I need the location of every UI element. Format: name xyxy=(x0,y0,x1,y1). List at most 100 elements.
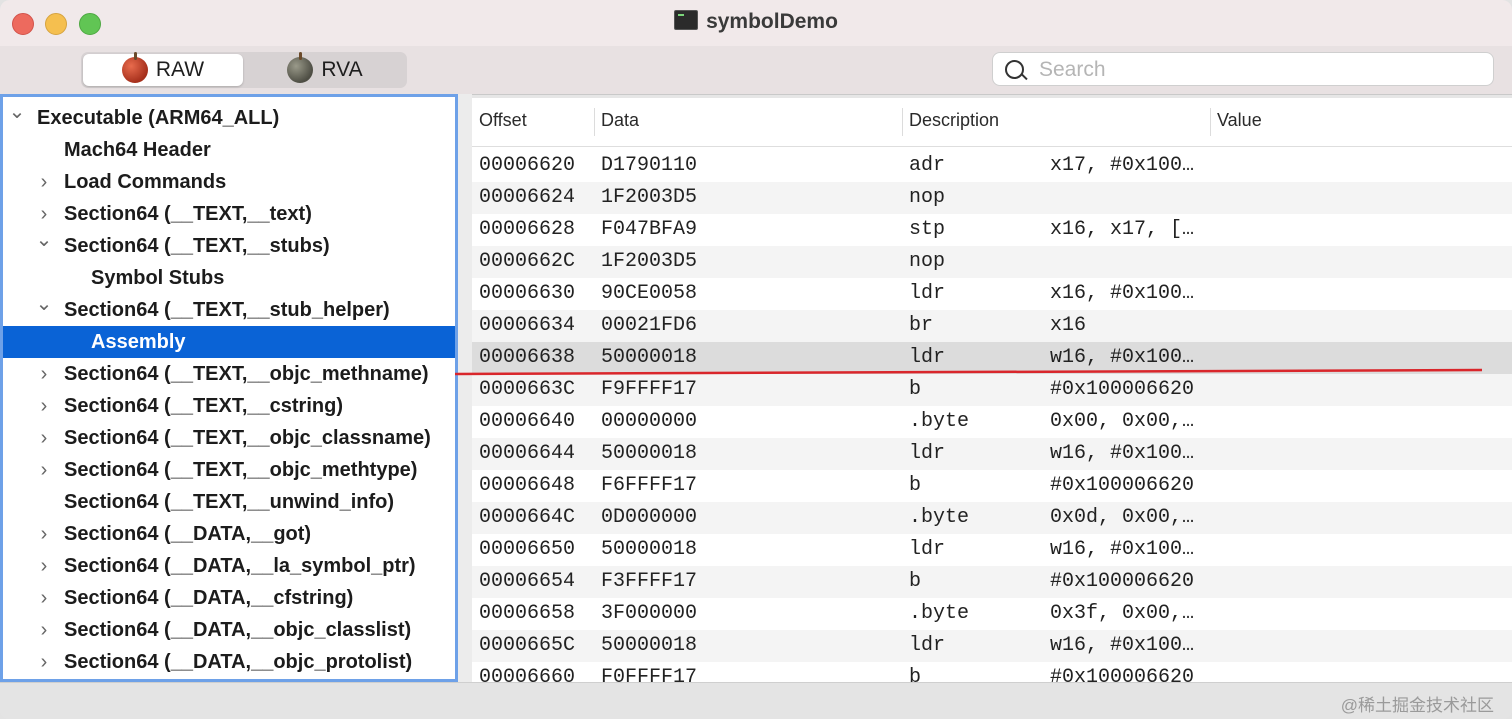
cell-operands: 0x0d, 0x00,… xyxy=(1050,506,1195,529)
cell-offset: 00006654 xyxy=(479,570,576,593)
cell-offset: 00006624 xyxy=(479,186,576,209)
sidebar-tree-item[interactable]: ⌄ Executable (ARM64_ALL) xyxy=(3,101,455,134)
table-row[interactable]: 00006654 F3FFFF17 b #0x100006620 xyxy=(472,566,1512,598)
rva-mode-button[interactable]: RVA xyxy=(245,52,405,86)
sidebar-tree-item[interactable]: › Section64 (__DATA,__objc_classlist) xyxy=(3,614,455,646)
sidebar-tree-item-label: Section64 (__TEXT,__text) xyxy=(64,203,312,225)
sidebar-tree-item[interactable]: Symbol Stubs xyxy=(3,262,455,294)
cell-operands: #0x100006620 xyxy=(1050,570,1195,593)
sidebar-tree[interactable]: ⌄ Executable (ARM64_ALL) Mach64 Header › Loa… xyxy=(0,94,458,682)
sidebar-tree-item[interactable]: › Section64 (__TEXT,__objc_methname) xyxy=(3,358,455,390)
split-view-divider[interactable] xyxy=(458,94,472,682)
gray-apple-icon xyxy=(287,52,314,83)
chevron-down-icon[interactable]: ⌄ xyxy=(8,97,26,128)
table-row[interactable]: 00006644 50000018 ldr w16, #0x100… xyxy=(472,438,1512,470)
chevron-right-icon[interactable]: › xyxy=(35,550,53,582)
cell-data: 50000018 xyxy=(601,538,698,561)
table-row[interactable]: 00006660 F0FFFF17 b #0x100006620 xyxy=(472,662,1512,682)
cell-operands: #0x100006620 xyxy=(1050,474,1195,497)
search-field[interactable] xyxy=(992,52,1494,86)
sidebar-tree-item[interactable]: › Section64 (__DATA,__got) xyxy=(3,518,455,550)
table-row[interactable]: 00006638 50000018 ldr w16, #0x100… xyxy=(472,342,1512,374)
column-header-description[interactable]: Description xyxy=(909,110,999,131)
sidebar-tree-item[interactable]: ⌄ Section64 (__TEXT,__stub_helper) xyxy=(3,293,455,326)
sidebar-tree-item-label: Mach64 Header xyxy=(64,139,211,161)
column-header-offset[interactable]: Offset xyxy=(479,110,527,131)
sidebar-tree-item[interactable]: › Section64 (__TEXT,__text) xyxy=(3,198,455,230)
sidebar-tree-item[interactable]: Assembly xyxy=(3,326,455,358)
table-row[interactable]: 00006640 00000000 .byte 0x00, 0x00,… xyxy=(472,406,1512,438)
chevron-right-icon[interactable]: › xyxy=(35,390,53,422)
cell-offset: 00006628 xyxy=(479,218,576,241)
column-header-data[interactable]: Data xyxy=(601,110,639,131)
sidebar-tree-item[interactable]: › Section64 (__DATA,__objc_protolist) xyxy=(3,646,455,678)
chevron-right-icon[interactable]: › xyxy=(35,582,53,614)
sidebar-tree-item[interactable]: ⌄ Section64 (__TEXT,__stubs) xyxy=(3,229,455,262)
search-input[interactable] xyxy=(1037,55,1481,85)
sidebar-tree-item-label: Section64 (__DATA,__la_symbol_ptr) xyxy=(64,555,416,577)
raw-mode-button[interactable]: RAW xyxy=(83,52,243,86)
cell-operands: w16, #0x100… xyxy=(1050,538,1195,561)
sidebar-tree-item[interactable]: › Section64 (__DATA,__la_symbol_ptr) xyxy=(3,550,455,582)
sidebar-tree-item-label: Symbol Stubs xyxy=(91,267,225,289)
sidebar-tree-item-label: Assembly xyxy=(91,331,186,353)
sidebar-tree-item[interactable]: › Load Commands xyxy=(3,166,455,198)
cell-data: F6FFFF17 xyxy=(601,474,698,497)
cell-offset: 00006620 xyxy=(479,154,576,177)
chevron-right-icon[interactable]: › xyxy=(35,454,53,486)
sidebar-tree-item[interactable]: › Section64 (__TEXT,__objc_methtype) xyxy=(3,454,455,486)
cell-data: 00000000 xyxy=(601,410,698,433)
column-separator[interactable] xyxy=(902,108,903,136)
status-bar: @稀土掘金技术社区 xyxy=(0,682,1512,719)
table-row[interactable]: 00006620 D1790110 adr x17, #0x100… xyxy=(472,150,1512,182)
table-row[interactable]: 00006658 3F000000 .byte 0x3f, 0x00,… xyxy=(472,598,1512,630)
chevron-right-icon[interactable]: › xyxy=(35,166,53,198)
sidebar-tree-item-label: Section64 (__DATA,__got) xyxy=(64,523,312,545)
cell-offset: 00006648 xyxy=(479,474,576,497)
column-header-value[interactable]: Value xyxy=(1217,110,1262,131)
table-row[interactable]: 0000662C 1F2003D5 nop xyxy=(472,246,1512,278)
cell-mnemonic: .byte xyxy=(909,506,970,529)
table-row[interactable]: 00006628 F047BFA9 stp x16, x17, [… xyxy=(472,214,1512,246)
sidebar-tree-item-label: Section64 (__DATA,__objc_protolist) xyxy=(64,651,413,673)
sidebar-tree-item-label: Section64 (__TEXT,__objc_methtype) xyxy=(64,459,418,481)
sidebar-tree-item[interactable]: Section64 (__TEXT,__unwind_info) xyxy=(3,486,455,518)
cell-mnemonic: b xyxy=(909,474,922,497)
table-row[interactable]: 00006648 F6FFFF17 b #0x100006620 xyxy=(472,470,1512,502)
chevron-right-icon[interactable]: › xyxy=(35,358,53,390)
cell-offset: 00006658 xyxy=(479,602,576,625)
chevron-right-icon[interactable]: › xyxy=(35,518,53,550)
table-row[interactable]: 0000664C 0D000000 .byte 0x0d, 0x00,… xyxy=(472,502,1512,534)
sidebar-tree-item[interactable]: › Section64 (__DATA,__cfstring) xyxy=(3,582,455,614)
table-row[interactable]: 00006624 1F2003D5 nop xyxy=(472,182,1512,214)
sidebar-tree-item-label: Section64 (__DATA,__objc_classlist) xyxy=(64,619,412,641)
table-row[interactable]: 0000665C 50000018 ldr w16, #0x100… xyxy=(472,630,1512,662)
address-mode-segmented-control: RAW RVA xyxy=(81,52,407,88)
table-row[interactable]: 00006650 50000018 ldr w16, #0x100… xyxy=(472,534,1512,566)
cell-data: 50000018 xyxy=(601,634,698,657)
chevron-down-icon[interactable]: ⌄ xyxy=(35,224,53,256)
chevron-right-icon[interactable]: › xyxy=(35,614,53,646)
cell-mnemonic: b xyxy=(909,666,922,682)
sidebar-tree-item[interactable]: › Section64 (__TEXT,__objc_classname) xyxy=(3,422,455,454)
sidebar-tree-item[interactable]: Mach64 Header xyxy=(3,134,455,166)
sidebar-tree-item-label: Section64 (__DATA,__cfstring) xyxy=(64,587,354,609)
chevron-down-icon[interactable]: ⌄ xyxy=(35,288,53,320)
cell-offset: 00006630 xyxy=(479,282,576,305)
cell-operands: 0x3f, 0x00,… xyxy=(1050,602,1195,625)
cell-data: 90CE0058 xyxy=(601,282,698,305)
table-row[interactable]: 00006634 00021FD6 br x16 xyxy=(472,310,1512,342)
cell-operands: w16, #0x100… xyxy=(1050,634,1195,657)
cell-operands: x17, #0x100… xyxy=(1050,154,1195,177)
cell-mnemonic: ldr xyxy=(909,538,946,561)
table-row[interactable]: 0000663C F9FFFF17 b #0x100006620 xyxy=(472,374,1512,406)
sidebar-tree-item[interactable]: › Section64 (__TEXT,__cstring) xyxy=(3,390,455,422)
column-separator[interactable] xyxy=(1210,108,1211,136)
table-row[interactable]: 00006630 90CE0058 ldr x16, #0x100… xyxy=(472,278,1512,310)
cell-operands: w16, #0x100… xyxy=(1050,442,1195,465)
chevron-right-icon[interactable]: › xyxy=(35,646,53,678)
chevron-right-icon[interactable]: › xyxy=(35,422,53,454)
column-separator[interactable] xyxy=(594,108,595,136)
cell-data: 1F2003D5 xyxy=(601,186,698,209)
cell-mnemonic: adr xyxy=(909,154,946,177)
